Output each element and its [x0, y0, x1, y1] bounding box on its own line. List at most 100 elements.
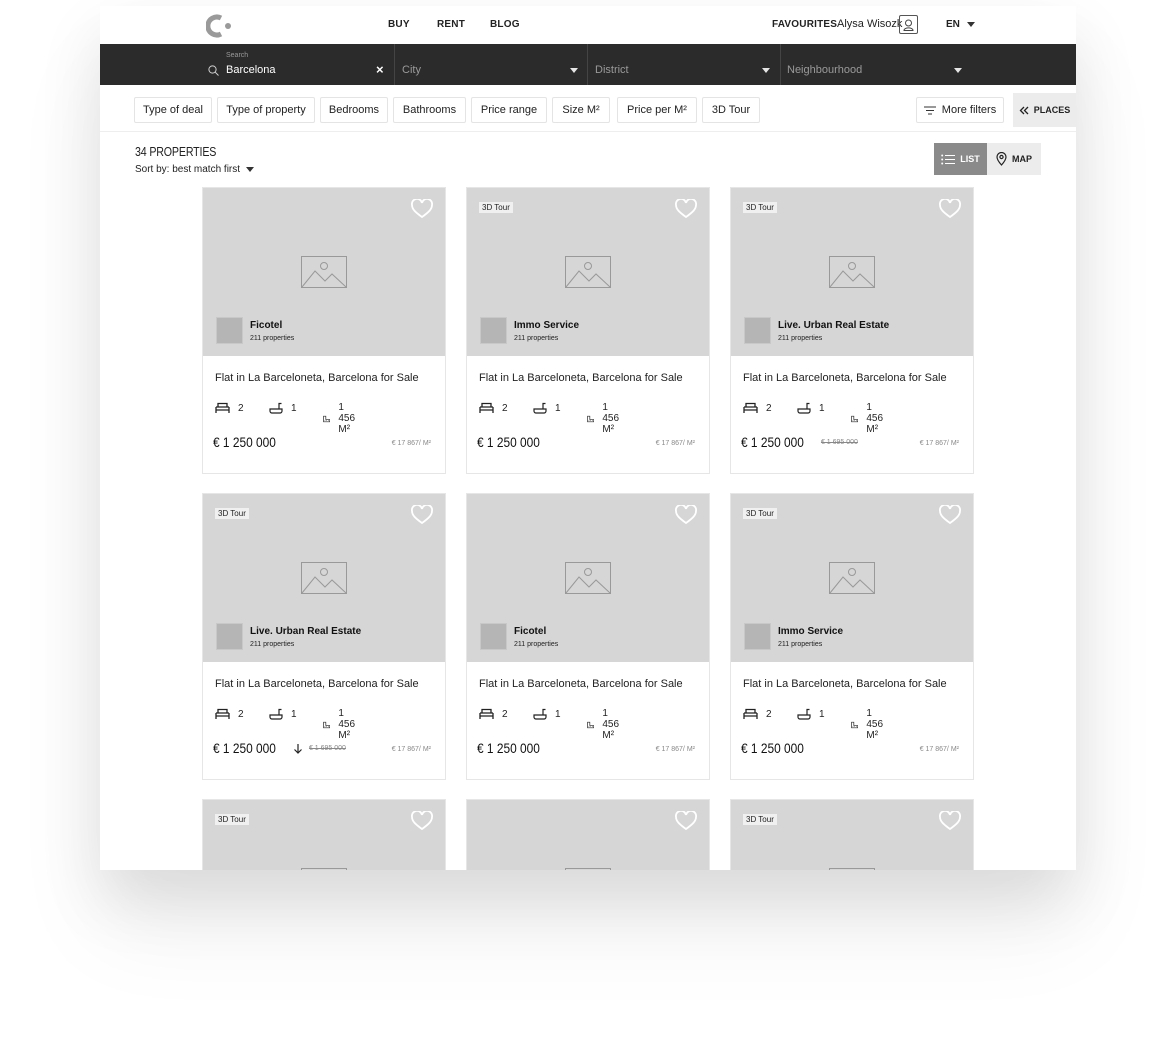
- agency-logo[interactable]: [744, 623, 771, 650]
- heart-icon[interactable]: [939, 505, 961, 525]
- bedrooms-feature: 2: [479, 708, 508, 720]
- size-value: 1 456 M²: [338, 708, 356, 741]
- property-card[interactable]: [466, 799, 710, 870]
- district-select[interactable]: District: [595, 44, 781, 85]
- property-image[interactable]: Ficotel 211 properties: [467, 494, 709, 662]
- logo-icon[interactable]: [206, 14, 232, 38]
- agency-properties-count: 211 properties: [514, 641, 559, 648]
- list-view-button[interactable]: LIST: [934, 143, 987, 175]
- nav-buy[interactable]: BUY: [388, 19, 410, 30]
- heart-icon[interactable]: [675, 811, 697, 831]
- agency-name[interactable]: Live. Urban Real Estate: [250, 626, 361, 637]
- image-placeholder-icon: [301, 562, 347, 594]
- old-price: € 1 695 000: [308, 744, 346, 752]
- agency-logo[interactable]: [480, 623, 507, 650]
- nav-rent[interactable]: RENT: [437, 19, 465, 30]
- agency-logo[interactable]: [480, 317, 507, 344]
- price-block: € 1 250 000: [741, 740, 815, 756]
- heart-icon[interactable]: [675, 505, 697, 525]
- filter-bedrooms[interactable]: Bedrooms: [320, 97, 388, 123]
- language-label: EN: [946, 19, 960, 30]
- agency-name[interactable]: Ficotel: [514, 626, 546, 637]
- image-placeholder-icon: [301, 256, 347, 288]
- user-icon[interactable]: [899, 15, 918, 34]
- bedrooms-feature: 2: [479, 402, 508, 414]
- property-card[interactable]: 3D Tour Live. Urban Real Estate 211 proper…: [202, 493, 446, 780]
- property-image[interactable]: 3D Tour Immo Service 211 properties: [467, 188, 709, 356]
- property-card[interactable]: Ficotel 211 properties Flat in La Barcelon…: [466, 493, 710, 780]
- property-card[interactable]: 3D Tour Immo Service 211 properties Flat in…: [466, 187, 710, 474]
- agency-logo[interactable]: [216, 317, 243, 344]
- price-block: € 1 250 000 € 1 695 000: [213, 740, 346, 756]
- bathrooms-count: 1: [555, 402, 561, 414]
- property-card[interactable]: 3D Tour Immo Service 211 properties Flat in…: [730, 493, 974, 780]
- language-selector[interactable]: EN: [946, 19, 975, 30]
- price-per-m2: € 17 867/ M²: [655, 746, 695, 753]
- filter-price-per-m2[interactable]: Price per M²: [617, 97, 697, 123]
- filter-bar: Type of deal Type of property Bedrooms B…: [100, 85, 1076, 132]
- nav-favourites[interactable]: FAVOURITES: [772, 19, 837, 30]
- property-image[interactable]: 3D Tour Immo Service 211 properties: [731, 494, 973, 662]
- sort-label: Sort by: best match first: [135, 164, 241, 175]
- heart-icon[interactable]: [411, 505, 433, 525]
- price-block: € 1 250 000 € 1 695 000: [741, 434, 858, 450]
- property-image[interactable]: Ficotel 211 properties: [203, 188, 445, 356]
- search-input[interactable]: Barcelona: [226, 64, 276, 76]
- agency-logo[interactable]: [216, 623, 243, 650]
- property-image[interactable]: 3D Tour: [203, 800, 445, 870]
- bath-icon: [269, 708, 283, 720]
- size-feature: 1 456 M²: [323, 708, 361, 741]
- agency-name[interactable]: Live. Urban Real Estate: [778, 320, 889, 331]
- filter-type-of-deal[interactable]: Type of deal: [134, 97, 212, 123]
- agency-logo[interactable]: [744, 317, 771, 344]
- bedrooms-feature: 2: [215, 708, 244, 720]
- property-title[interactable]: Flat in La Barceloneta, Barcelona for Sa…: [743, 678, 947, 690]
- map-view-button[interactable]: MAP: [987, 143, 1041, 175]
- results-count: 34 PROPERTIES: [135, 144, 217, 159]
- property-image[interactable]: 3D Tour Live. Urban Real Estate 211 proper…: [203, 494, 445, 662]
- agency-name[interactable]: Immo Service: [514, 320, 579, 331]
- user-name[interactable]: Alysa Wisozk: [837, 18, 902, 30]
- filter-bathrooms[interactable]: Bathrooms: [393, 97, 466, 123]
- property-title[interactable]: Flat in La Barceloneta, Barcelona for Sa…: [743, 372, 947, 384]
- city-placeholder: City: [402, 64, 421, 76]
- filter-size[interactable]: Size M²: [552, 97, 610, 123]
- heart-icon[interactable]: [939, 199, 961, 219]
- district-placeholder: District: [595, 64, 629, 76]
- filter-3d-tour[interactable]: 3D Tour: [702, 97, 760, 123]
- bedrooms-feature: 2: [743, 402, 772, 414]
- property-card[interactable]: 3D Tour Live. Urban Real Estate 211 proper…: [730, 187, 974, 474]
- bath-icon: [797, 402, 811, 414]
- filter-type-of-property[interactable]: Type of property: [217, 97, 315, 123]
- bathrooms-feature: 1: [797, 708, 825, 720]
- neighbourhood-select[interactable]: Neighbourhood: [787, 44, 973, 85]
- property-image[interactable]: [467, 800, 709, 870]
- agency-name[interactable]: Immo Service: [778, 626, 843, 637]
- property-card[interactable]: 3D Tour: [202, 799, 446, 870]
- places-button[interactable]: PLACES: [1013, 93, 1076, 127]
- filter-price-range[interactable]: Price range: [471, 97, 547, 123]
- heart-icon[interactable]: [411, 811, 433, 831]
- agency-name[interactable]: Ficotel: [250, 320, 282, 331]
- nav-blog[interactable]: BLOG: [490, 19, 520, 30]
- size-feature: 1 456 M²: [851, 708, 889, 741]
- property-card[interactable]: 3D Tour: [730, 799, 974, 870]
- map-pin-icon: [996, 152, 1007, 166]
- property-image[interactable]: 3D Tour Live. Urban Real Estate 211 proper…: [731, 188, 973, 356]
- property-card[interactable]: Ficotel 211 properties Flat in La Barcelon…: [202, 187, 446, 474]
- property-title[interactable]: Flat in La Barceloneta, Barcelona for Sa…: [215, 678, 419, 690]
- property-title[interactable]: Flat in La Barceloneta, Barcelona for Sa…: [215, 372, 419, 384]
- heart-icon[interactable]: [939, 811, 961, 831]
- image-placeholder-icon: [829, 562, 875, 594]
- image-placeholder-icon: [301, 868, 347, 870]
- property-title[interactable]: Flat in La Barceloneta, Barcelona for Sa…: [479, 372, 683, 384]
- clear-icon[interactable]: ×: [376, 62, 384, 77]
- sort-dropdown[interactable]: Sort by: best match first: [135, 164, 255, 175]
- city-select[interactable]: City: [402, 44, 588, 85]
- heart-icon[interactable]: [675, 199, 697, 219]
- heart-icon[interactable]: [411, 199, 433, 219]
- property-title[interactable]: Flat in La Barceloneta, Barcelona for Sa…: [479, 678, 683, 690]
- search-field[interactable]: Search Barcelona ×: [206, 44, 395, 85]
- property-image[interactable]: 3D Tour: [731, 800, 973, 870]
- more-filters-button[interactable]: More filters: [916, 97, 1004, 123]
